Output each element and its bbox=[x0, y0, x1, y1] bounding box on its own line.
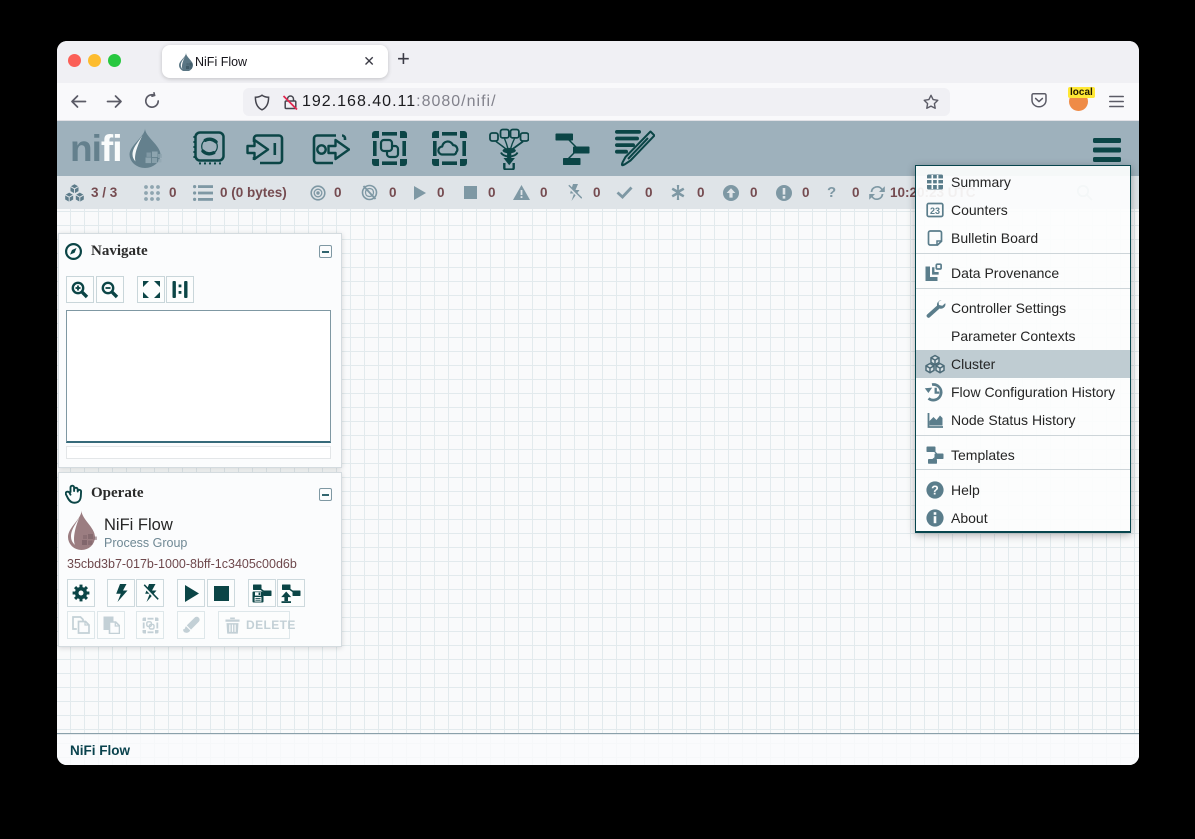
svg-text:?: ? bbox=[931, 484, 939, 498]
svg-text:23: 23 bbox=[930, 206, 940, 216]
